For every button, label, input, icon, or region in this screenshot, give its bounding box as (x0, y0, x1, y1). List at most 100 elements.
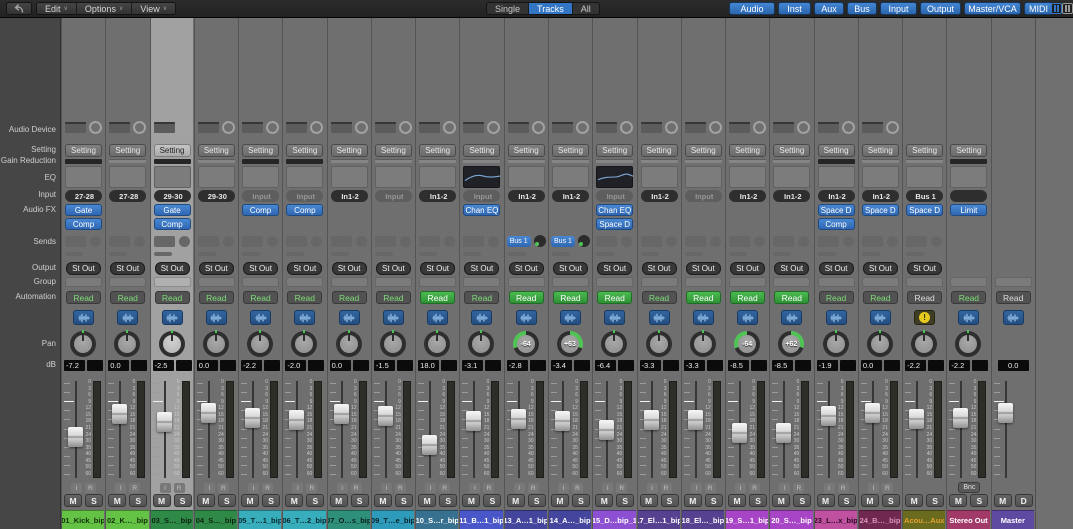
send-slot[interactable] (331, 236, 352, 247)
fader-cap[interactable] (157, 412, 172, 432)
automation-mode-button[interactable]: Read (686, 291, 721, 304)
audio-device-slot[interactable] (641, 122, 662, 133)
setting-button[interactable]: Setting (109, 144, 146, 157)
input-button[interactable]: Input (463, 190, 500, 202)
audio-fx-slot[interactable]: Space D (862, 204, 899, 216)
track-icon-button[interactable] (1003, 310, 1024, 325)
output-button[interactable]: St Out (287, 262, 322, 275)
track-icon-button[interactable] (162, 310, 183, 325)
record-enable-button[interactable]: R (306, 483, 317, 493)
fader-cap[interactable] (644, 410, 659, 430)
group-slot[interactable] (242, 277, 279, 287)
setting-button[interactable]: Setting (331, 144, 368, 157)
fader-cap[interactable] (821, 406, 836, 426)
mute-button[interactable]: M (994, 494, 1012, 507)
automation-mode-button[interactable]: Read (155, 291, 190, 304)
input-button[interactable]: 27-28 (65, 190, 102, 202)
mute-button[interactable]: M (772, 494, 790, 507)
input-monitor-button[interactable]: I (248, 483, 259, 493)
setting-button[interactable]: Setting (773, 144, 810, 157)
automation-mode-button[interactable]: Read (287, 291, 322, 304)
output-button[interactable]: St Out (863, 262, 898, 275)
track-name[interactable]: 13_A…1_bip (505, 510, 547, 529)
track-name[interactable]: 07_O…s_bip (328, 510, 370, 529)
dual-strip-view-icon[interactable] (1062, 3, 1073, 14)
input-monitor-button[interactable]: I (735, 483, 746, 493)
pan-knob[interactable] (867, 331, 893, 357)
send-slot[interactable] (906, 236, 927, 247)
solo-button[interactable]: S (129, 494, 147, 507)
input-button[interactable]: In1-2 (862, 190, 899, 202)
eq-display[interactable] (552, 166, 589, 188)
track-name[interactable]: 06_T…2_bip (283, 510, 325, 529)
fader-cap[interactable] (599, 420, 614, 440)
send-slot[interactable] (109, 236, 130, 247)
record-enable-button[interactable]: R (351, 483, 362, 493)
input-monitor-button[interactable]: I (647, 483, 658, 493)
audio-device-slot[interactable] (375, 122, 396, 133)
send-slot[interactable] (641, 236, 662, 247)
send-level-knob[interactable] (356, 236, 367, 247)
pan-knob[interactable]: -64 (513, 331, 539, 357)
audio-device-slot[interactable] (596, 122, 617, 133)
output-button[interactable]: St Out (686, 262, 721, 275)
eq-display[interactable] (862, 166, 899, 188)
input-monitor-button[interactable]: I (381, 483, 392, 493)
send-bus-button[interactable]: Bus 1 (507, 236, 531, 247)
audio-device-slot[interactable] (65, 122, 86, 133)
track-name[interactable]: Master (992, 510, 1034, 529)
fader-track[interactable] (518, 381, 520, 478)
input-button[interactable]: Input (286, 190, 323, 202)
input-monitor-button[interactable]: I (824, 483, 835, 493)
send-level-knob[interactable] (400, 236, 411, 247)
automation-mode-button[interactable]: Read (553, 291, 588, 304)
record-enable-button[interactable]: R (129, 483, 140, 493)
fader-cap[interactable] (112, 404, 127, 424)
menu-options[interactable]: Options∨ (77, 3, 132, 14)
solo-button[interactable]: S (705, 494, 723, 507)
input-button[interactable]: In1-2 (419, 190, 456, 202)
output-button[interactable]: St Out (553, 262, 588, 275)
send-slot[interactable] (154, 236, 175, 247)
automation-mode-button[interactable]: Read (376, 291, 411, 304)
automation-mode-button[interactable]: Read (420, 291, 455, 304)
solo-button[interactable]: S (661, 494, 679, 507)
volume-display[interactable]: -6.4 (595, 360, 616, 371)
automation-mode-button[interactable]: Read (464, 291, 499, 304)
pan-knob[interactable] (380, 331, 406, 357)
audio-fx-slot[interactable]: Comp (286, 204, 323, 216)
track-name[interactable]: 03_S…_bip (151, 510, 193, 529)
audio-device-slot[interactable] (729, 122, 750, 133)
group-slot[interactable] (773, 277, 810, 287)
pan-knob[interactable] (336, 331, 362, 357)
eq-display[interactable] (906, 166, 943, 188)
audio-device-slot[interactable] (154, 122, 175, 133)
volume-display[interactable]: 0.0 (330, 360, 351, 371)
volume-display[interactable]: 18.0 (418, 360, 439, 371)
input-monitor-button[interactable]: I (469, 483, 480, 493)
record-enable-button[interactable]: R (528, 483, 539, 493)
pan-knob[interactable] (291, 331, 317, 357)
input-gain-knob[interactable] (133, 121, 146, 134)
send-slot[interactable] (818, 236, 839, 247)
mute-button[interactable]: M (285, 494, 303, 507)
fader-cap[interactable] (466, 411, 481, 431)
eq-display[interactable] (596, 166, 633, 188)
group-slot[interactable] (862, 277, 899, 287)
audio-fx-slot[interactable]: Chan EQ (463, 204, 500, 216)
eq-display[interactable] (154, 166, 191, 188)
output-button[interactable]: St Out (597, 262, 632, 275)
track-name[interactable]: 05_T…1_bip (239, 510, 281, 529)
pan-knob[interactable] (247, 331, 273, 357)
track-icon-button[interactable] (870, 310, 891, 325)
fader-track[interactable] (429, 381, 431, 478)
output-button[interactable]: St Out (730, 262, 765, 275)
input-monitor-button[interactable]: I (691, 483, 702, 493)
group-slot[interactable] (419, 277, 456, 287)
eq-display[interactable] (242, 166, 279, 188)
input-gain-knob[interactable] (532, 121, 545, 134)
input-gain-knob[interactable] (886, 121, 899, 134)
volume-display[interactable]: -2.0 (285, 360, 306, 371)
group-slot[interactable] (198, 277, 235, 287)
pan-knob[interactable] (911, 331, 937, 357)
